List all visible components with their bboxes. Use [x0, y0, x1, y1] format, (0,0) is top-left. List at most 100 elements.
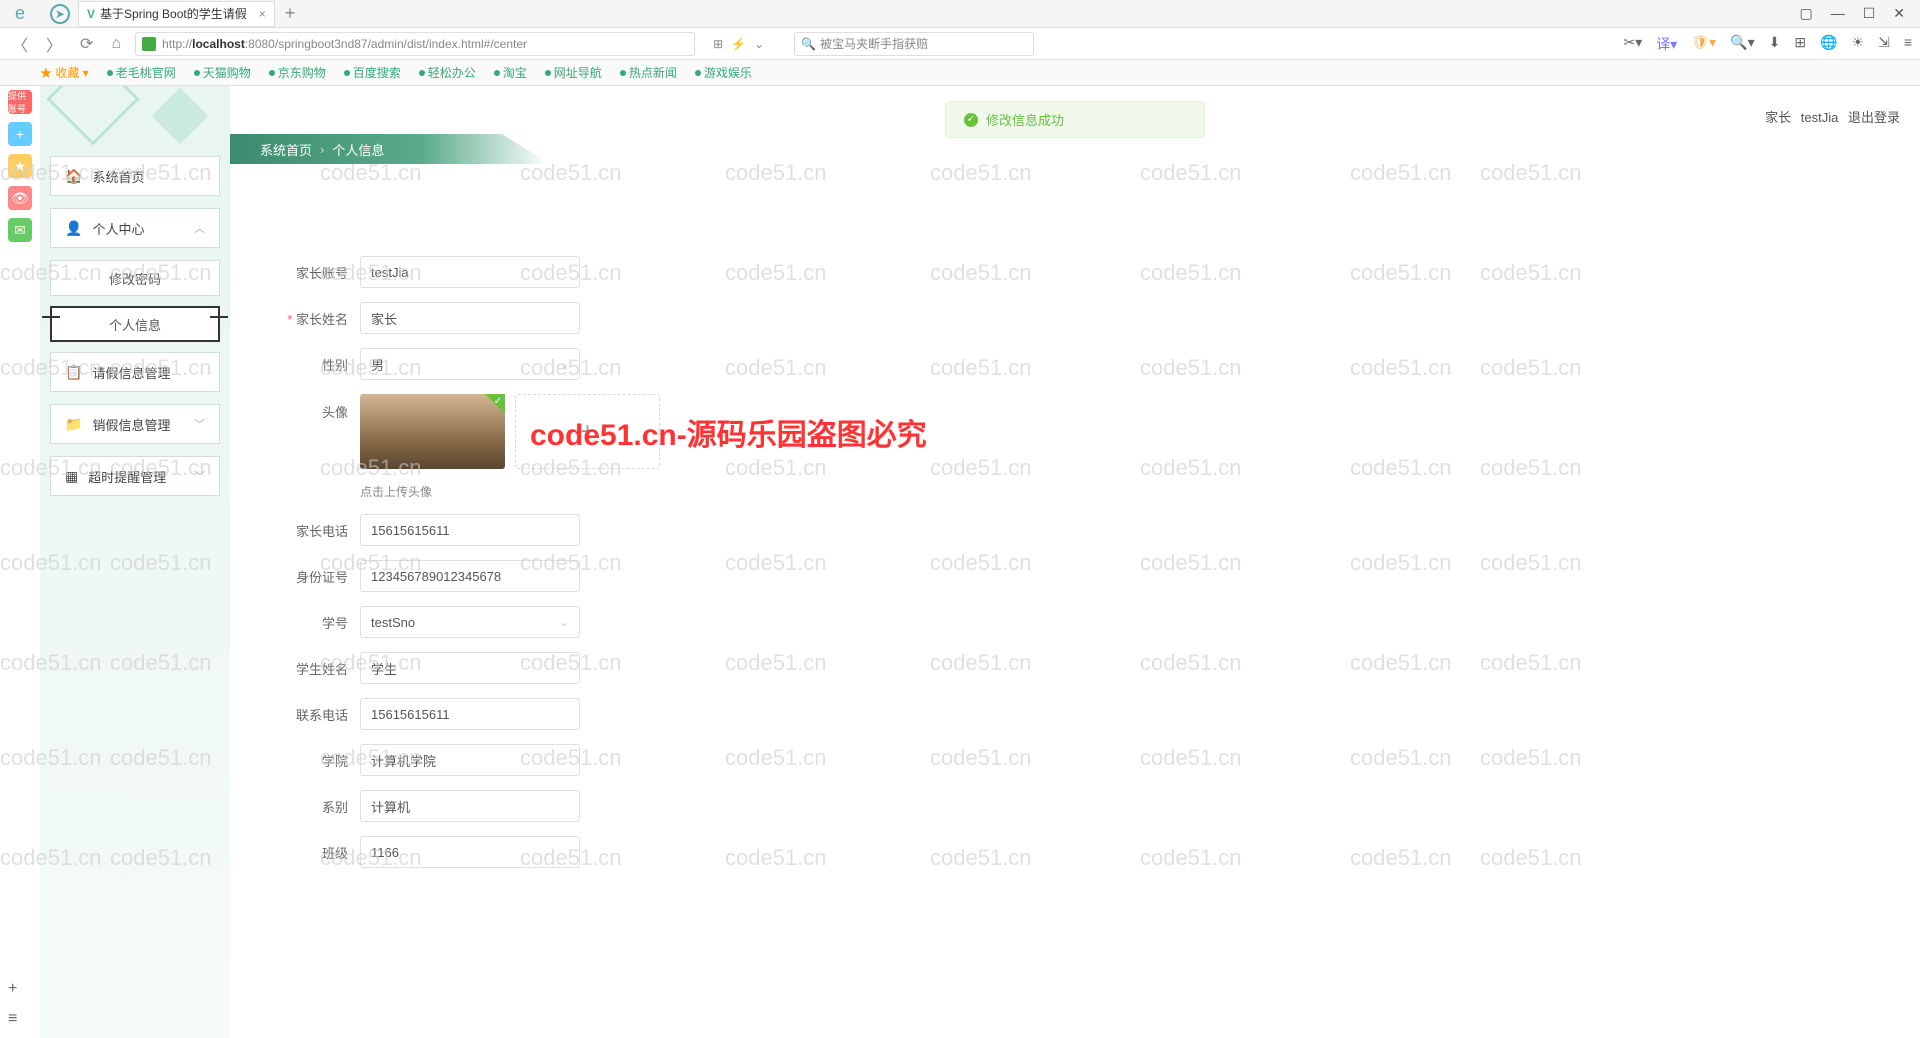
- search-icon: 🔍: [801, 37, 816, 51]
- user-area: 家长 testJia 退出登录: [1759, 107, 1900, 126]
- qr-icon[interactable]: ⊞: [713, 37, 723, 51]
- chevron-down-icon: ﹀: [194, 416, 205, 432]
- bookmark-link[interactable]: 网址导航: [545, 64, 602, 81]
- contact-label: 联系电话: [270, 705, 360, 724]
- avatar-preview[interactable]: ✓: [360, 394, 505, 469]
- forward-button[interactable]: 〉: [42, 32, 66, 56]
- clipboard-icon: 📋: [65, 364, 82, 381]
- upload-hint: 点击上传头像: [360, 483, 1880, 500]
- name-input[interactable]: [360, 302, 580, 334]
- main-content: ✓ 修改信息成功 充的设计与实现 家长 testJia 退出登录 系统首页 › …: [230, 86, 1920, 1038]
- rail-eye-icon[interactable]: 👁: [8, 186, 32, 210]
- tab-title: 基于Spring Boot的学生请假: [100, 5, 247, 22]
- account-input[interactable]: [360, 256, 580, 288]
- sidebar-item-cancel-leave[interactable]: 📁 销假信息管理 ﹀: [50, 404, 220, 444]
- chevron-down-icon: ⌄: [560, 616, 569, 629]
- pin-icon[interactable]: ⇲: [1878, 34, 1890, 54]
- toast-message: 修改信息成功: [986, 110, 1064, 129]
- bookmark-link[interactable]: 老毛桃官网: [107, 64, 176, 81]
- rail-add-icon[interactable]: +: [8, 980, 17, 998]
- sidebar: 🏠 系统首页 👤 个人中心 ︿ 修改密码 个人信息 📋 请假信息管理 📁 销假信…: [40, 86, 230, 1038]
- bookmark-link[interactable]: 游戏娱乐: [695, 64, 752, 81]
- sidebar-item-overtime[interactable]: ▦ 超时提醒管理 ﹀: [50, 456, 220, 496]
- bookmark-link[interactable]: 热点新闻: [620, 64, 677, 81]
- chevron-down-icon[interactable]: ⌄: [754, 37, 764, 51]
- send-icon[interactable]: ➤: [50, 4, 70, 24]
- logout-link[interactable]: 退出登录: [1848, 110, 1900, 125]
- tab-close-icon[interactable]: ×: [259, 7, 266, 21]
- window-minimize-icon[interactable]: —: [1831, 5, 1845, 22]
- rail-badge-icon[interactable]: 提供账号: [8, 90, 32, 114]
- window-maximize-icon[interactable]: ☐: [1863, 5, 1876, 22]
- user-icon: 👤: [65, 220, 82, 237]
- sidebar-item-home[interactable]: 🏠 系统首页: [50, 156, 220, 196]
- download-icon[interactable]: ⬇: [1769, 34, 1781, 54]
- user-name: testJia: [1801, 110, 1839, 125]
- breadcrumb-home[interactable]: 系统首页: [260, 140, 312, 159]
- rail-list-icon[interactable]: ≡: [8, 1010, 17, 1028]
- upload-button[interactable]: +: [515, 394, 660, 469]
- favorites-label[interactable]: ★ 收藏 ▾: [40, 64, 89, 81]
- chevron-down-icon: ﹀: [194, 468, 205, 484]
- search-placeholder: 被宝马夹断手指获赔: [820, 35, 928, 52]
- browser-logo: e: [0, 3, 40, 24]
- rail-plus-icon[interactable]: +: [8, 122, 32, 146]
- phone-label: 家长电话: [270, 521, 360, 540]
- home-button[interactable]: ⌂: [107, 35, 125, 53]
- scissors-icon[interactable]: ✂▾: [1624, 34, 1643, 54]
- rail-mail-icon[interactable]: ✉: [8, 218, 32, 242]
- translate-icon[interactable]: 译▾: [1656, 34, 1677, 54]
- check-icon: ✓: [964, 113, 978, 127]
- id-label: 身份证号: [270, 567, 360, 586]
- sidebar-item-leave[interactable]: 📋 请假信息管理: [50, 352, 220, 392]
- window-box-icon[interactable]: ▢: [1799, 5, 1812, 22]
- globe-icon[interactable]: 🌐: [1820, 34, 1837, 54]
- bookmarks-bar: ★ 收藏 ▾ 老毛桃官网 天猫购物 京东购物 百度搜索 轻松办公 淘宝 网址导航…: [0, 60, 1920, 86]
- sno-label: 学号: [270, 613, 360, 632]
- phone-input[interactable]: [360, 514, 580, 546]
- browser-tab-bar: e ➤ V 基于Spring Boot的学生请假 × + ▢ — ☐ ✕: [0, 0, 1920, 28]
- gender-select[interactable]: 男 ⌄: [360, 348, 580, 380]
- browser-tab[interactable]: V 基于Spring Boot的学生请假 ×: [78, 1, 275, 27]
- back-button[interactable]: 〈: [8, 32, 32, 56]
- reload-button[interactable]: ⟳: [76, 34, 97, 54]
- gender-label: 性别: [270, 355, 360, 374]
- contact-input[interactable]: [360, 698, 580, 730]
- shield-icon: [142, 37, 156, 51]
- class-input[interactable]: [360, 836, 580, 868]
- dept-input[interactable]: [360, 790, 580, 822]
- breadcrumb-current: 个人信息: [332, 140, 384, 159]
- account-label: 家长账号: [270, 263, 360, 282]
- flash-icon[interactable]: ⚡: [731, 37, 746, 51]
- sidebar-item-personal[interactable]: 👤 个人中心 ︿: [50, 208, 220, 248]
- bookmark-link[interactable]: 轻松办公: [419, 64, 476, 81]
- chevron-up-icon: ︿: [194, 220, 205, 236]
- success-toast: ✓ 修改信息成功: [945, 101, 1205, 138]
- address-bar: 〈 〉 ⟳ ⌂ http://localhost:8080/springboot…: [0, 28, 1920, 60]
- sno-select[interactable]: testSno ⌄: [360, 606, 580, 638]
- name-label: 家长姓名: [270, 309, 360, 328]
- sidebar-sub-personal-info[interactable]: 个人信息: [50, 306, 220, 342]
- bookmark-link[interactable]: 京东购物: [269, 64, 326, 81]
- sun-icon[interactable]: ☀: [1852, 34, 1865, 54]
- new-tab-button[interactable]: +: [285, 3, 296, 24]
- app-container: 🏠 系统首页 👤 个人中心 ︿ 修改密码 个人信息 📋 请假信息管理 📁 销假信…: [40, 86, 1920, 1038]
- rail-star-icon[interactable]: ★: [8, 154, 32, 178]
- id-input[interactable]: [360, 560, 580, 592]
- class-label: 班级: [270, 843, 360, 862]
- apps-icon[interactable]: ⊞: [1794, 34, 1806, 54]
- search-input[interactable]: 🔍 被宝马夹断手指获赔: [794, 32, 1034, 56]
- window-close-icon[interactable]: ✕: [1893, 5, 1905, 22]
- sidebar-sub-change-password[interactable]: 修改密码: [50, 260, 220, 296]
- url-input[interactable]: http://localhost:8080/springboot3nd87/ad…: [135, 32, 695, 56]
- breadcrumb: 系统首页 › 个人信息: [230, 134, 550, 164]
- bookmark-link[interactable]: 百度搜索: [344, 64, 401, 81]
- shield-tool-icon[interactable]: 🛡▾: [1691, 34, 1716, 54]
- bookmark-link[interactable]: 淘宝: [494, 64, 527, 81]
- menu-icon[interactable]: ≡: [1904, 34, 1912, 54]
- user-role: 家长: [1765, 110, 1791, 125]
- search-tool-icon[interactable]: 🔍▾: [1730, 34, 1754, 54]
- college-input[interactable]: [360, 744, 580, 776]
- bookmark-link[interactable]: 天猫购物: [194, 64, 251, 81]
- student-name-input[interactable]: [360, 652, 580, 684]
